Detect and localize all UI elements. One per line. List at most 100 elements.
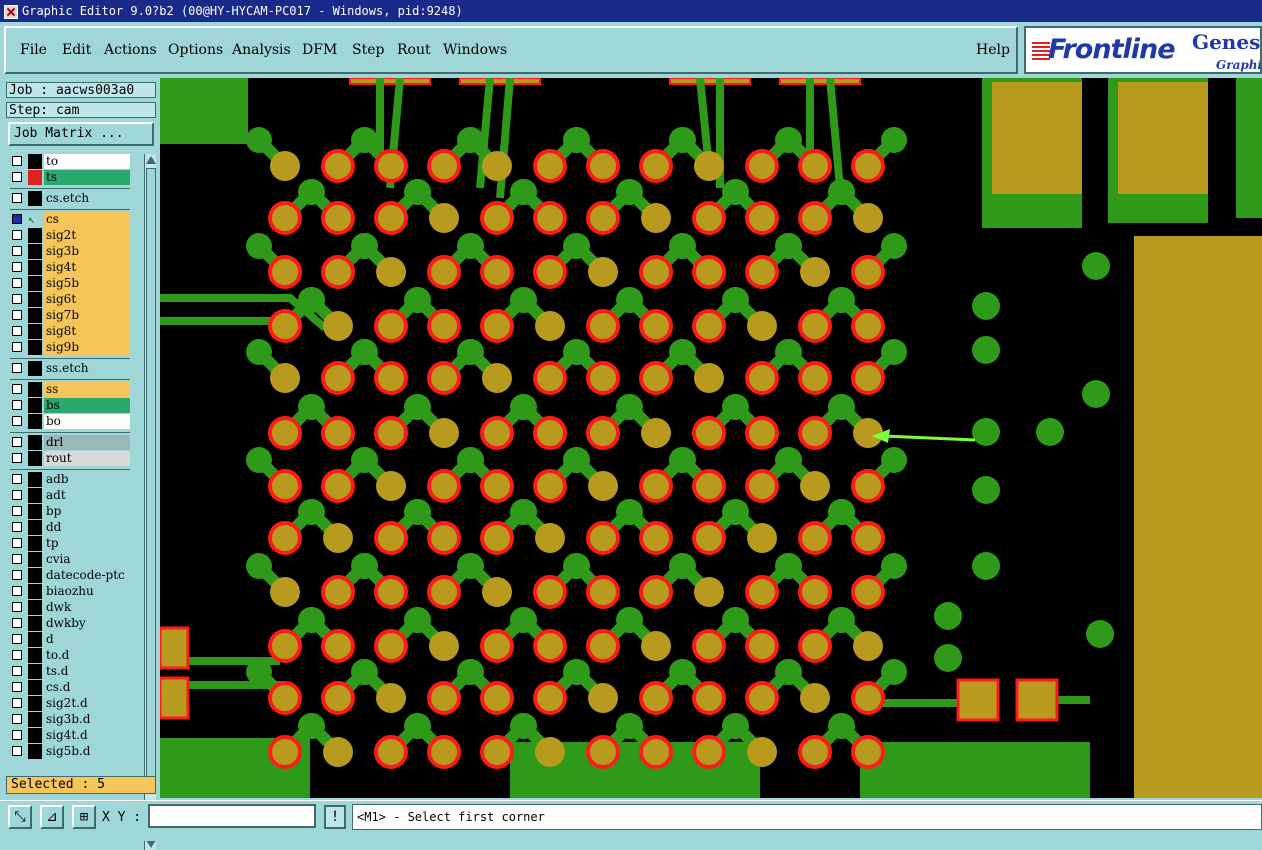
layer-color-swatch[interactable] xyxy=(28,520,42,535)
layer-row[interactable]: sig2t xyxy=(10,228,130,243)
layer-color-swatch[interactable] xyxy=(28,504,42,519)
layer-checkbox[interactable] xyxy=(12,698,22,708)
menu-analysis[interactable]: Analysis xyxy=(232,42,291,58)
layer-checkbox[interactable] xyxy=(12,278,22,288)
layer-name[interactable]: sig5b xyxy=(44,276,130,291)
layer-name[interactable]: to xyxy=(44,154,130,169)
layer-name[interactable]: sig5b.d xyxy=(44,744,130,759)
layer-color-swatch[interactable] xyxy=(28,696,42,711)
layer-row[interactable]: sig6t xyxy=(10,292,130,307)
layer-row[interactable]: ss xyxy=(10,382,130,397)
layer-color-swatch[interactable] xyxy=(28,648,42,663)
layer-checkbox[interactable] xyxy=(12,363,22,373)
layer-color-swatch[interactable] xyxy=(28,398,42,413)
layer-checkbox[interactable] xyxy=(12,554,22,564)
layer-color-swatch[interactable] xyxy=(28,191,42,206)
layer-list-scrollbar[interactable] xyxy=(144,154,156,850)
layer-name[interactable]: adt xyxy=(44,488,130,503)
layer-row[interactable]: sig3b.d xyxy=(10,712,130,727)
layer-name[interactable]: sig9b xyxy=(44,340,130,355)
layer-name[interactable]: ss xyxy=(44,382,130,397)
layer-color-swatch[interactable] xyxy=(28,324,42,339)
scroll-thumb[interactable] xyxy=(146,168,156,790)
layer-color-swatch[interactable] xyxy=(28,632,42,647)
layer-color-swatch[interactable] xyxy=(28,414,42,429)
layer-checkbox[interactable] xyxy=(12,453,22,463)
layer-checkbox[interactable] xyxy=(12,326,22,336)
layer-color-swatch[interactable] xyxy=(28,170,42,185)
layer-color-swatch[interactable] xyxy=(28,435,42,450)
xy-input[interactable] xyxy=(148,804,316,828)
layer-color-swatch[interactable] xyxy=(28,361,42,376)
layer-color-swatch[interactable] xyxy=(28,276,42,291)
layer-color-swatch[interactable] xyxy=(28,340,42,355)
layer-row[interactable]: sig5b.d xyxy=(10,744,130,759)
layer-row[interactable]: sig3b xyxy=(10,244,130,259)
layer-name[interactable]: sig4t xyxy=(44,260,130,275)
pcb-canvas[interactable] xyxy=(160,78,1262,798)
layer-name[interactable]: cs.etch xyxy=(44,191,130,206)
layer-checkbox[interactable] xyxy=(12,400,22,410)
layer-checkbox[interactable] xyxy=(12,342,22,352)
layer-name[interactable]: biaozhu xyxy=(44,584,130,599)
layer-row[interactable]: bs xyxy=(10,398,130,413)
layer-name[interactable]: sig6t xyxy=(44,292,130,307)
app-icon[interactable] xyxy=(4,5,18,19)
layer-color-swatch[interactable] xyxy=(28,568,42,583)
layer-name[interactable]: bp xyxy=(44,504,130,519)
menu-rout[interactable]: Rout xyxy=(397,42,431,58)
layer-checkbox[interactable] xyxy=(12,602,22,612)
layer-name[interactable]: sig3b xyxy=(44,244,130,259)
layer-row[interactable]: datecode-ptc xyxy=(10,568,130,583)
layer-color-swatch[interactable] xyxy=(28,244,42,259)
layer-checkbox[interactable] xyxy=(12,666,22,676)
layer-name[interactable]: cs.d xyxy=(44,680,130,695)
layer-checkbox[interactable] xyxy=(12,538,22,548)
layer-checkbox[interactable] xyxy=(12,634,22,644)
layer-checkbox[interactable] xyxy=(12,416,22,426)
work-layer-arrow-icon[interactable]: ↖ xyxy=(28,212,42,227)
layer-color-swatch[interactable] xyxy=(28,680,42,695)
layer-name[interactable]: to.d xyxy=(44,648,130,663)
layer-color-swatch[interactable] xyxy=(28,712,42,727)
layer-name[interactable]: sig2t xyxy=(44,228,130,243)
layer-checkbox[interactable] xyxy=(12,522,22,532)
layer-row[interactable]: biaozhu xyxy=(10,584,130,599)
layer-checkbox[interactable] xyxy=(12,618,22,628)
menu-windows[interactable]: Windows xyxy=(443,42,507,58)
layer-name[interactable]: tp xyxy=(44,536,130,551)
layer-color-swatch[interactable] xyxy=(28,584,42,599)
layer-checkbox[interactable] xyxy=(12,246,22,256)
layer-row[interactable]: ts xyxy=(10,170,130,185)
layer-row[interactable]: rout xyxy=(10,451,130,466)
layer-row[interactable]: dwk xyxy=(10,600,130,615)
layer-row[interactable]: sig9b xyxy=(10,340,130,355)
layer-color-swatch[interactable] xyxy=(28,451,42,466)
menu-help[interactable]: Help xyxy=(976,42,1010,58)
layer-name[interactable]: cs xyxy=(44,212,130,227)
layer-checkbox[interactable] xyxy=(12,384,22,394)
layer-color-swatch[interactable] xyxy=(28,382,42,397)
layer-name[interactable]: rout xyxy=(44,451,130,466)
layer-checkbox[interactable] xyxy=(12,586,22,596)
layer-row[interactable]: bo xyxy=(10,414,130,429)
layer-checkbox[interactable] xyxy=(12,714,22,724)
layer-checkbox[interactable] xyxy=(12,310,22,320)
layer-color-swatch[interactable] xyxy=(28,552,42,567)
layer-row[interactable]: adb xyxy=(10,472,130,487)
layer-checkbox[interactable] xyxy=(12,437,22,447)
layer-color-swatch[interactable] xyxy=(28,664,42,679)
layer-color-swatch[interactable] xyxy=(28,228,42,243)
layer-color-swatch[interactable] xyxy=(28,488,42,503)
menu-edit[interactable]: Edit xyxy=(62,42,91,58)
layer-row[interactable]: sig8t xyxy=(10,324,130,339)
layer-name[interactable]: bs xyxy=(44,398,130,413)
layer-name[interactable]: sig4t.d xyxy=(44,728,130,743)
pcb-graphic[interactable] xyxy=(160,78,1262,798)
measure-tool-icon[interactable]: ⊿ xyxy=(40,805,64,829)
layer-name[interactable]: ts xyxy=(44,170,130,185)
layer-checkbox[interactable] xyxy=(12,262,22,272)
layer-row[interactable]: ts.d xyxy=(10,664,130,679)
layer-row[interactable]: sig4t.d xyxy=(10,728,130,743)
layer-checkbox[interactable] xyxy=(12,650,22,660)
